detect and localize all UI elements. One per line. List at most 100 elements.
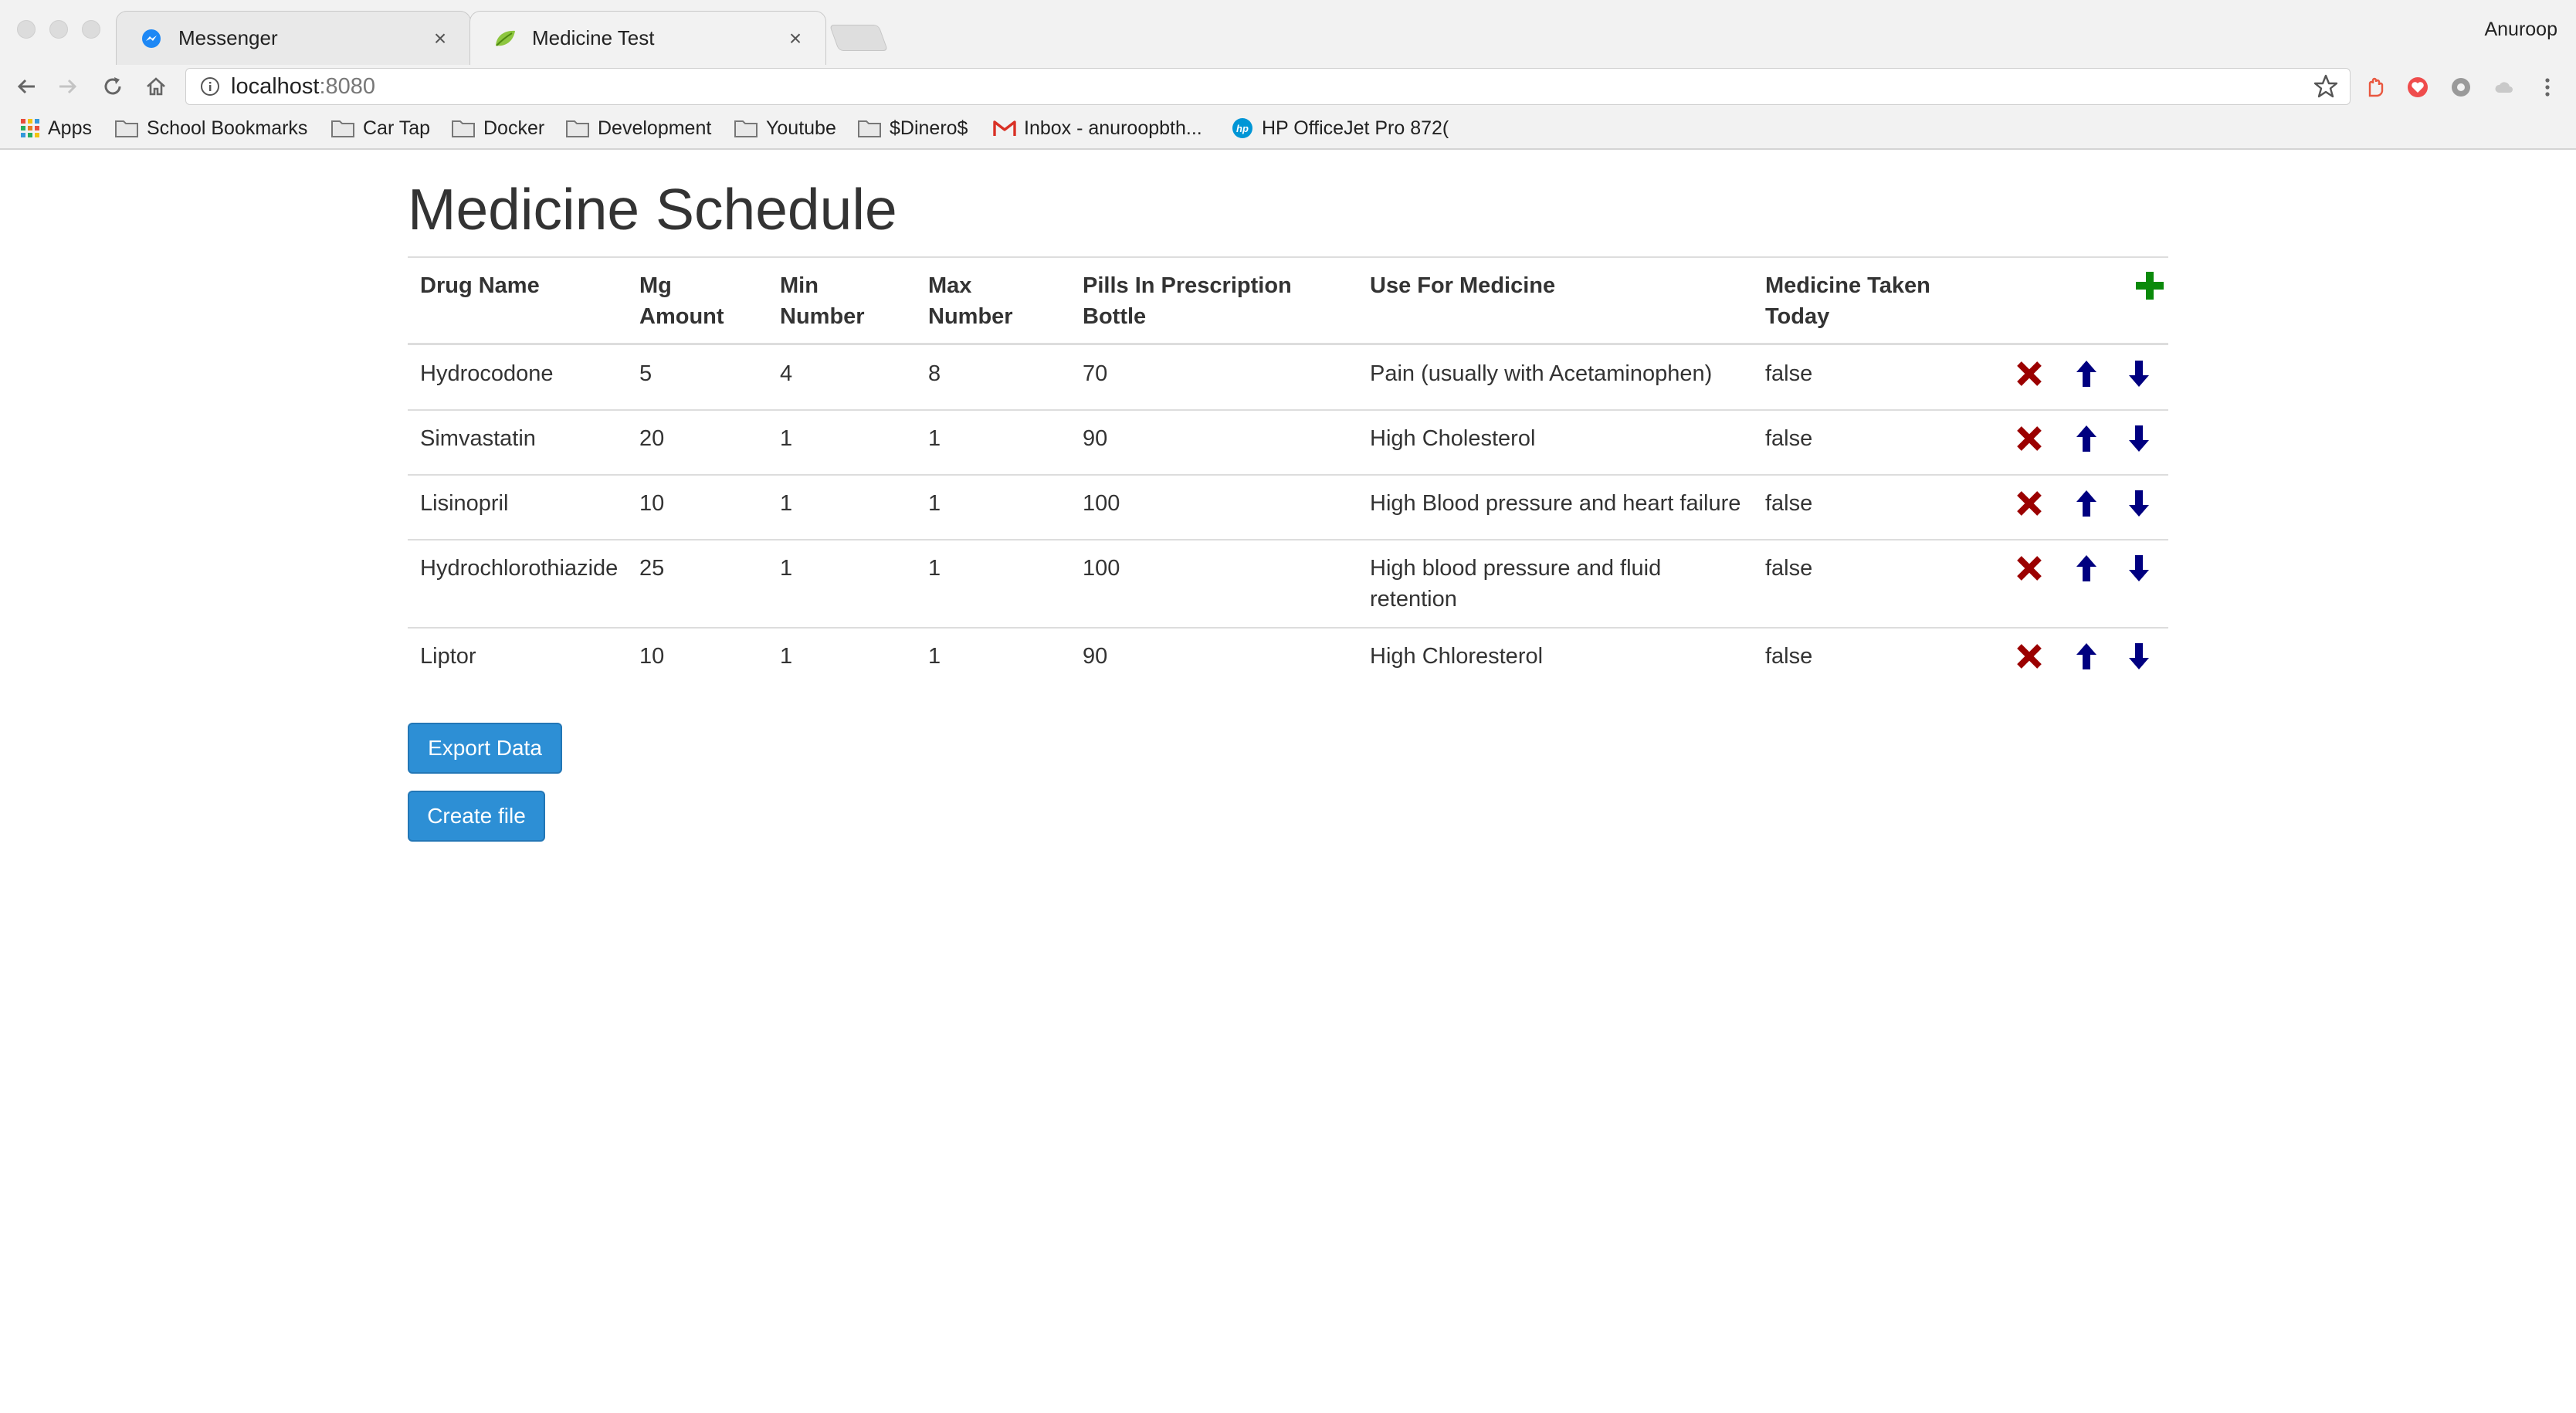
cell-pills: 100 [1083, 556, 1120, 581]
delete-row-button[interactable] [2014, 358, 2045, 389]
folder-icon [451, 118, 476, 138]
window-minimize-control[interactable] [49, 20, 68, 39]
move-up-button[interactable] [2071, 488, 2102, 519]
move-down-button[interactable] [2124, 423, 2154, 454]
cell-taken: false [1765, 426, 1813, 451]
header-max-number: Max Number [928, 273, 1013, 329]
svg-text:hp: hp [1236, 123, 1249, 134]
extension-hand-icon[interactable] [2361, 74, 2388, 100]
tab-title: Messenger [178, 26, 278, 49]
folder-icon [114, 118, 139, 138]
delete-x-icon [2017, 426, 2042, 451]
close-tab-icon[interactable]: × [784, 26, 807, 51]
cell-max-number: 8 [928, 361, 941, 386]
delete-row-button[interactable] [2014, 423, 2045, 454]
window-close-control[interactable] [17, 20, 36, 39]
delete-x-icon [2017, 491, 2042, 516]
cell-taken: false [1765, 644, 1813, 669]
cell-min-number: 4 [780, 361, 793, 386]
delete-x-icon [2017, 361, 2042, 386]
export-data-button[interactable]: Export Data [408, 723, 562, 774]
browser-menu-icon[interactable] [2534, 74, 2561, 100]
delete-x-icon [2017, 556, 2042, 581]
move-up-button[interactable] [2071, 641, 2102, 672]
move-up-button[interactable] [2071, 358, 2102, 389]
arrow-down-icon [2129, 643, 2149, 669]
bookmark-apps[interactable]: Apps [20, 114, 92, 142]
bookmark-hp[interactable]: hp HP OfficeJet Pro 872( [1231, 114, 1449, 142]
bookmark-folder[interactable]: Youtube [734, 114, 836, 142]
add-medicine-button[interactable] [2134, 270, 2165, 301]
row-divider [408, 474, 2168, 476]
extension-gear-icon[interactable] [2448, 74, 2474, 100]
cell-mg-amount: 20 [639, 426, 665, 451]
bookmark-folder[interactable]: Car Tap [330, 114, 430, 142]
forward-icon[interactable] [53, 71, 83, 102]
table-header-border [408, 343, 2168, 345]
arrow-up-icon [2076, 555, 2096, 581]
reload-icon[interactable] [97, 71, 128, 102]
move-down-button[interactable] [2124, 488, 2154, 519]
leaf-icon [493, 27, 517, 50]
plus-icon [2136, 272, 2164, 300]
move-down-button[interactable] [2124, 553, 2154, 584]
cell-use: High Blood pressure and heart failure [1370, 491, 1741, 516]
cell-use: Pain (usually with Acetaminophen) [1370, 361, 1713, 386]
move-down-button[interactable] [2124, 641, 2154, 672]
extension-heart-icon[interactable] [2405, 74, 2431, 100]
new-tab-button[interactable] [829, 25, 889, 51]
delete-row-button[interactable] [2014, 641, 2045, 672]
cell-use: High Cholesterol [1370, 426, 1536, 451]
bookmark-label: $Dinero$ [890, 117, 968, 139]
extension-cloud-icon[interactable] [2491, 74, 2517, 100]
messenger-icon [140, 27, 163, 50]
home-icon[interactable] [141, 71, 171, 102]
close-tab-icon[interactable]: × [429, 26, 452, 51]
bookmark-folder[interactable]: School Bookmarks [114, 114, 307, 142]
tab-title: Medicine Test [532, 26, 655, 49]
bookmark-label: Apps [48, 117, 92, 139]
header-medicine-taken-today: Medicine Taken Today [1765, 273, 1930, 329]
profile-name[interactable]: Anuroop [2484, 19, 2557, 41]
header-pills-in-bottle: Pills In Prescription Bottle [1083, 273, 1292, 329]
move-up-button[interactable] [2071, 553, 2102, 584]
cell-mg-amount: 10 [639, 644, 665, 669]
cell-use: High blood pressure and fluid retention [1370, 556, 1662, 612]
cell-taken: false [1765, 556, 1813, 581]
arrow-down-icon [2129, 425, 2149, 452]
tab-medicine-test[interactable]: Medicine Test × [469, 11, 826, 65]
cell-mg-amount: 5 [639, 361, 652, 386]
bookmark-folder[interactable]: Docker [451, 114, 544, 142]
bookmark-star-icon[interactable] [2313, 73, 2339, 106]
cell-max-number: 1 [928, 644, 941, 669]
move-up-button[interactable] [2071, 423, 2102, 454]
page-title: Medicine Schedule [408, 177, 897, 242]
bookmark-folder[interactable]: $Dinero$ [857, 114, 968, 142]
bookmark-folder[interactable]: Development [565, 114, 711, 142]
cell-drug-name: Hydrochlorothiazide [420, 556, 619, 581]
delete-row-button[interactable] [2014, 553, 2045, 584]
cell-use: High Chloresterol [1370, 644, 1544, 669]
bookmark-label: Car Tap [363, 117, 431, 139]
delete-row-button[interactable] [2014, 488, 2045, 519]
cell-min-number: 1 [780, 556, 793, 581]
header-min-number: Min Number [780, 273, 865, 329]
bookmark-label: Docker [483, 117, 545, 139]
bookmark-label: HP OfficeJet Pro 872( [1262, 117, 1449, 139]
bookmark-gmail[interactable]: Inbox - anuroopbth... [993, 114, 1202, 142]
cell-pills: 90 [1083, 644, 1108, 669]
arrow-up-icon [2076, 490, 2096, 517]
browser-tab-strip: Messenger × Medicine Test × Anuroop [0, 0, 2576, 65]
tab-messenger[interactable]: Messenger × [116, 11, 471, 65]
move-down-button[interactable] [2124, 358, 2154, 389]
folder-icon [330, 118, 355, 138]
arrow-up-icon [2076, 361, 2096, 387]
address-bar[interactable]: localhost:8080 [185, 68, 2351, 105]
create-file-button[interactable]: Create file [408, 791, 545, 842]
folder-icon [734, 118, 758, 138]
cell-taken: false [1765, 491, 1813, 516]
info-icon[interactable] [200, 76, 220, 97]
back-icon[interactable] [11, 71, 42, 102]
address-port: :8080 [319, 73, 376, 99]
window-zoom-control[interactable] [82, 20, 100, 39]
